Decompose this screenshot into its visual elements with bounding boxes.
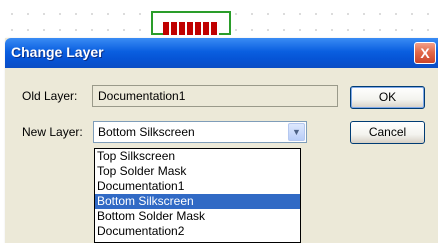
old-layer-label: Old Layer: (22, 89, 78, 103)
dropdown-option[interactable]: Bottom Solder Mask (95, 209, 300, 224)
close-icon: X (420, 45, 430, 61)
new-layer-label: New Layer: (22, 125, 83, 139)
new-layer-selected-value: Bottom Silkscreen (98, 125, 195, 139)
old-layer-field: Documentation1 (92, 85, 338, 107)
dropdown-option[interactable]: Documentation1 (95, 179, 300, 194)
layer-dropdown-list[interactable]: Top Silkscreen Top Solder Mask Documenta… (94, 148, 301, 243)
close-button[interactable]: X (414, 42, 436, 64)
ok-button[interactable]: OK (350, 86, 425, 109)
dropdown-option[interactable]: Top Silkscreen (95, 149, 300, 164)
dropdown-option-selected[interactable]: Bottom Silkscreen (95, 194, 300, 209)
component-pins (163, 22, 219, 35)
dropdown-option[interactable]: Top Solder Mask (95, 164, 300, 179)
pcb-component[interactable] (151, 11, 231, 35)
dropdown-option[interactable]: Documentation2 (95, 224, 300, 239)
title-bar[interactable]: Change Layer X (5, 38, 438, 68)
dialog-title: Change Layer (11, 44, 104, 60)
dropdown-arrow-icon[interactable]: ▼ (288, 123, 305, 141)
cancel-button[interactable]: Cancel (350, 121, 425, 144)
new-layer-select[interactable]: Bottom Silkscreen ▼ (93, 121, 307, 143)
